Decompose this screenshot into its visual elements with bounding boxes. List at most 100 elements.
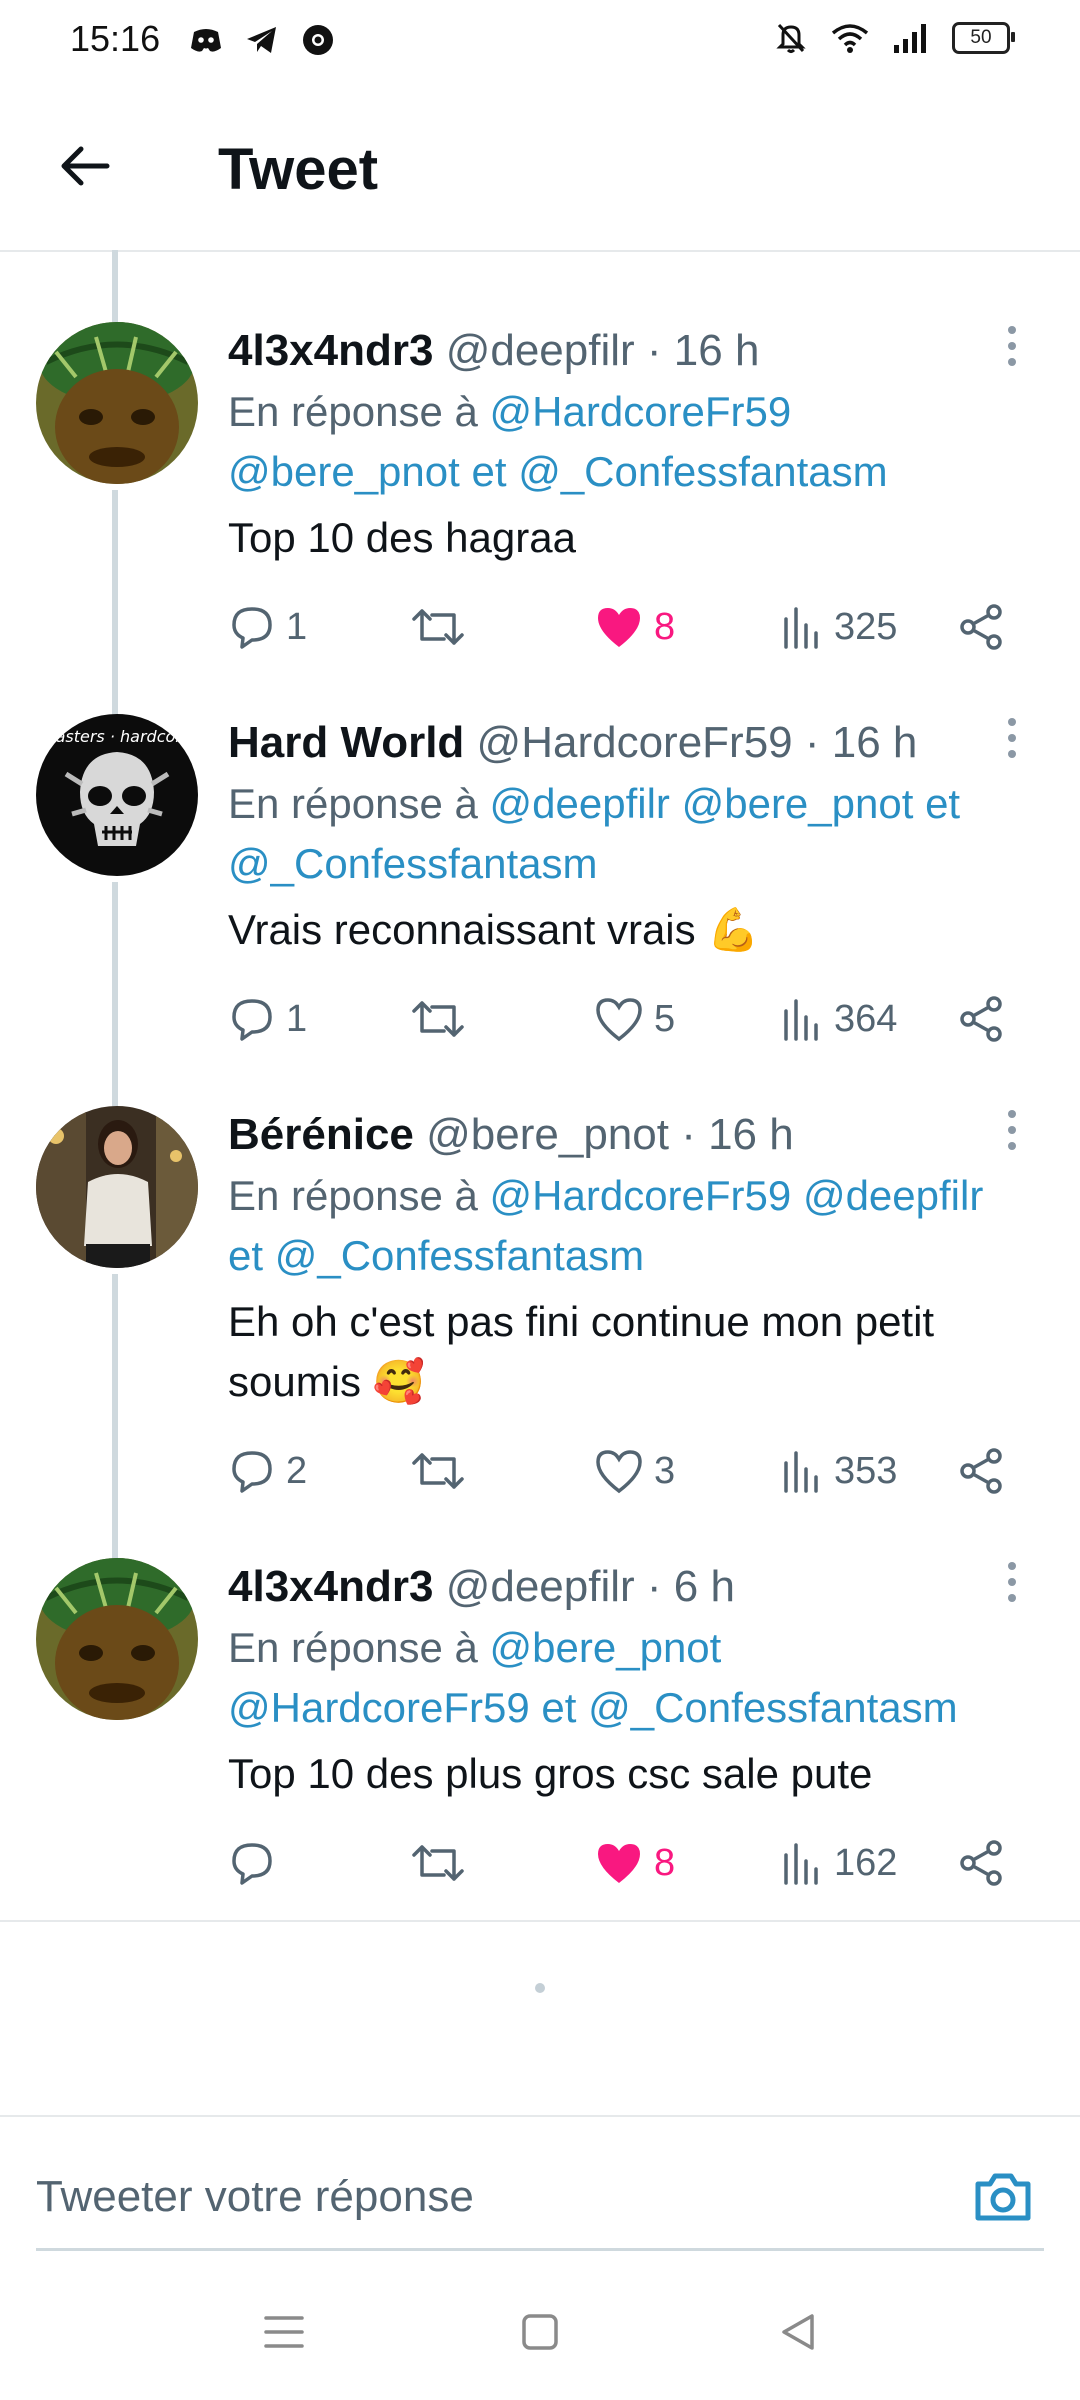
reply-button[interactable]: 2 (228, 1436, 307, 1506)
battery-indicator: 50 (952, 22, 1015, 54)
status-bar: 15:16 50 (0, 0, 1080, 84)
share-button[interactable] (956, 592, 1006, 662)
retweet-button[interactable] (410, 1828, 466, 1898)
author-name[interactable]: 4l3x4ndr3 (228, 1562, 433, 1611)
author-handle[interactable]: @HardcoreFr59 (477, 718, 793, 767)
loading-dot (535, 1983, 545, 1993)
share-icon (960, 1448, 1002, 1494)
mention-link[interactable]: @deepfilr (490, 780, 670, 827)
camera-icon[interactable] (970, 2164, 1036, 2230)
reply-button[interactable] (228, 1828, 276, 1898)
mention-link[interactable]: @deepfilr (803, 1172, 983, 1219)
mention-link[interactable]: @_Confessfantasm (275, 1232, 644, 1279)
views-button[interactable]: 353 (780, 1436, 897, 1506)
tweet-text: Vrais reconnaissant vrais 💪 (228, 900, 1040, 960)
like-icon (598, 608, 640, 647)
author-name[interactable]: Hard World (228, 718, 464, 767)
views-icon (784, 607, 818, 649)
more-icon[interactable] (992, 714, 1032, 764)
reply-context: En réponse à @HardcoreFr59 @deepfilr et … (228, 1166, 1040, 1286)
tweet-actions: 2 3 353 (228, 1436, 1028, 1506)
retweet-button[interactable] (410, 592, 466, 662)
thread-line (112, 882, 118, 1112)
retweet-button[interactable] (410, 984, 466, 1054)
mention-link[interactable]: et (228, 1232, 263, 1279)
tweet-text: Top 10 des plus gros csc sale pute (228, 1750, 873, 1797)
mention-link[interactable]: @_Confessfantasm (588, 1684, 957, 1731)
reply-context: En réponse à @deepfilr @bere_pnot et @_C… (228, 774, 1040, 894)
retweet-icon (412, 1001, 464, 1037)
system-icons: 50 (774, 20, 1015, 56)
views-count: 364 (834, 997, 898, 1040)
views-button[interactable]: 162 (780, 1828, 897, 1898)
like-button[interactable]: 5 (594, 984, 675, 1054)
author-name[interactable]: 4l3x4ndr3 (228, 326, 433, 375)
mention-link[interactable]: et (471, 448, 506, 495)
mention-link[interactable]: @bere_pnot (228, 448, 460, 495)
views-button[interactable]: 364 (780, 984, 897, 1054)
mention-link[interactable]: @HardcoreFr59 (490, 388, 792, 435)
more-icon[interactable] (992, 1106, 1032, 1156)
share-button[interactable] (956, 1436, 1006, 1506)
back-triangle-icon[interactable] (776, 2310, 820, 2354)
status-time: 15:16 (70, 18, 161, 59)
menu-icon[interactable] (262, 2310, 306, 2354)
reply-count: 1 (286, 605, 308, 648)
mention-link[interactable]: @HardcoreFr59 (228, 1684, 530, 1731)
avatar-image (36, 1106, 198, 1268)
more-icon[interactable] (992, 1558, 1032, 1608)
share-icon (960, 604, 1002, 650)
author-handle[interactable]: @deepfilr (446, 1562, 635, 1611)
discord-icon (191, 29, 221, 52)
avatar[interactable] (36, 1558, 198, 1720)
avatar[interactable] (36, 322, 198, 484)
mention-link[interactable]: @bere_pnot (682, 780, 914, 827)
mention-link[interactable]: et (541, 1684, 576, 1731)
top-app-bar: Tweet (0, 84, 1080, 252)
share-icon (960, 996, 1002, 1042)
reply-button[interactable]: 1 (228, 592, 307, 662)
reply-prefix: En réponse à (228, 780, 478, 827)
mention-link[interactable]: @HardcoreFr59 (490, 1172, 792, 1219)
retweet-button[interactable] (410, 1436, 466, 1506)
views-button[interactable]: 325 (780, 592, 897, 662)
tweet-header: Hard World @HardcoreFr59 · 16 h (228, 714, 1040, 772)
like-button[interactable]: 8 (594, 592, 675, 662)
like-count: 8 (654, 605, 676, 648)
more-icon[interactable] (992, 322, 1032, 372)
mention-link[interactable]: et (925, 780, 960, 827)
author-handle[interactable]: @bere_pnot (426, 1110, 669, 1159)
share-button[interactable] (956, 1828, 1006, 1898)
views-icon (784, 999, 818, 1041)
author-handle[interactable]: @deepfilr (446, 326, 635, 375)
compose-divider (0, 2115, 1080, 2117)
tweet-body: Hard World @HardcoreFr59 · 16 h En répon… (228, 714, 1040, 960)
tweet-time: · 16 h (681, 1110, 794, 1159)
reply-icon (232, 1451, 272, 1493)
reply-button[interactable]: 1 (228, 984, 307, 1054)
views-count: 162 (834, 1841, 898, 1884)
reply-compose-field[interactable]: Tweeter votre réponse (36, 2158, 1044, 2251)
page-title: Tweet (218, 137, 379, 202)
retweet-icon (412, 1453, 464, 1489)
avatar[interactable]: masters · hardcore (36, 714, 198, 876)
avatar[interactable] (36, 1106, 198, 1268)
mention-link[interactable]: @_Confessfantasm (518, 448, 887, 495)
wifi-icon (831, 24, 869, 53)
share-button[interactable] (956, 984, 1006, 1054)
mention-link[interactable]: @_Confessfantasm (228, 840, 597, 887)
notification-icons (188, 22, 336, 58)
like-button[interactable]: 3 (594, 1436, 675, 1506)
compose-placeholder: Tweeter votre réponse (36, 2172, 474, 2221)
author-name[interactable]: Bérénice (228, 1110, 414, 1159)
home-square-icon[interactable] (518, 2310, 562, 2354)
like-button[interactable]: 8 (594, 1828, 675, 1898)
reply-count: 1 (286, 997, 308, 1040)
mention-link[interactable]: @bere_pnot (490, 1624, 722, 1671)
tweet-time: · 6 h (646, 1562, 735, 1611)
back-arrow-icon[interactable] (55, 136, 115, 196)
like-icon (596, 998, 642, 1042)
tweet-text-content: Eh oh c'est pas fini continue mon petit … (228, 1298, 935, 1405)
thread-line (112, 490, 118, 722)
retweet-icon (412, 609, 464, 645)
